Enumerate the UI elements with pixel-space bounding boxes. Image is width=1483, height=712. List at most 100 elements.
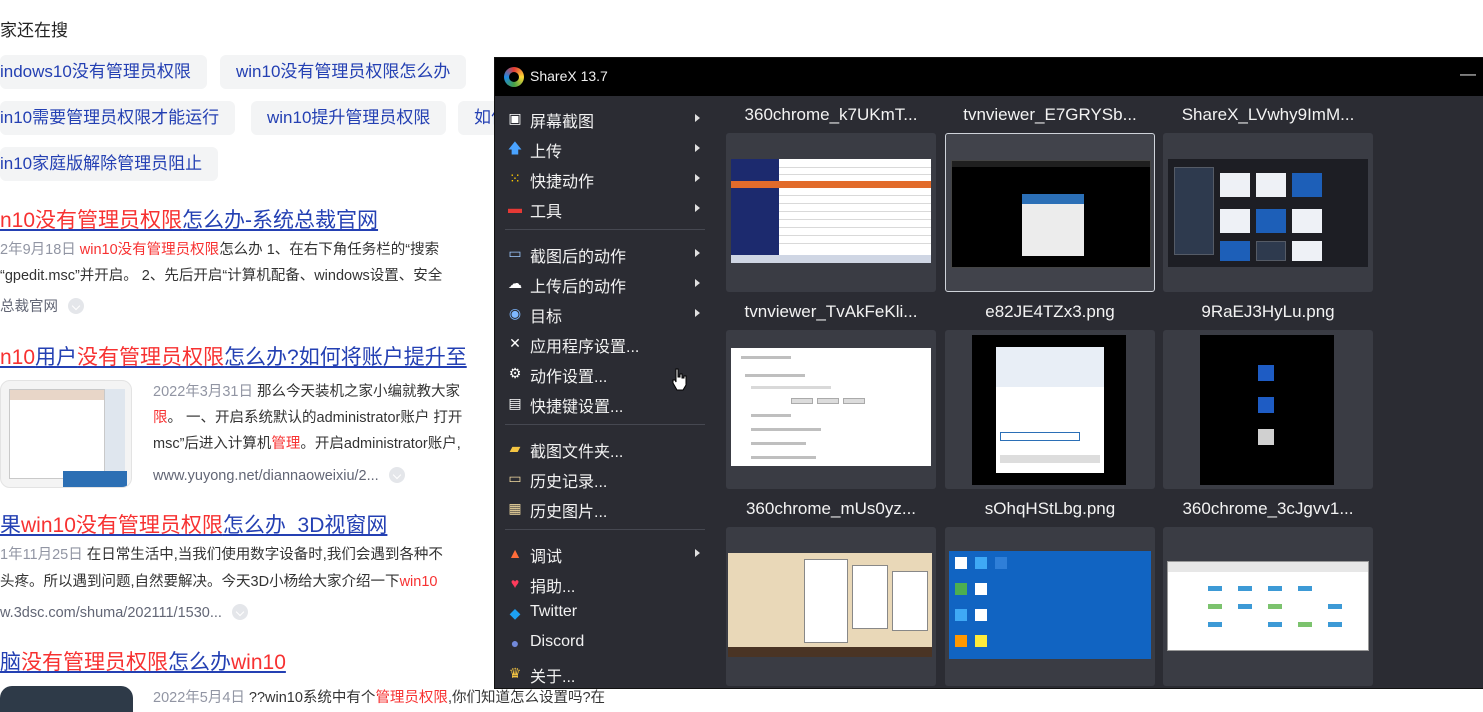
thumbnail-image[interactable] bbox=[945, 133, 1155, 292]
result-source[interactable]: w.3dsc.com/shuma/202111/1530... bbox=[0, 603, 248, 623]
menu-item-after-upload[interactable]: ☁ 上传后的动作 bbox=[495, 268, 713, 298]
history-icon: ▭ bbox=[508, 470, 522, 486]
thumbnail-image[interactable] bbox=[945, 330, 1155, 489]
thumbnail-tile[interactable]: tvnviewer_E7GRYSb... bbox=[945, 96, 1155, 292]
menu-separator bbox=[505, 529, 705, 530]
thumbnail-image[interactable] bbox=[1163, 133, 1373, 292]
submenu-arrow-icon bbox=[695, 549, 700, 557]
thumbnail-filename: tvnviewer_TvAkFeKli... bbox=[744, 302, 918, 321]
result-source[interactable]: 总裁官网 bbox=[0, 297, 84, 317]
thumbnail-tile[interactable]: 9RaEJ3HyLu.png bbox=[1163, 293, 1373, 489]
result-snippet: msc”后进入计算机管理。开启administrator账户, bbox=[153, 436, 461, 452]
related-search-chip[interactable]: in10家庭版解除管理员阻止 bbox=[0, 147, 219, 181]
submenu-arrow-icon bbox=[695, 279, 700, 287]
result-snippet: “gpedit.msc”并开启。 2、先后开启“计算机配备、windows设置、… bbox=[0, 268, 443, 284]
result-title[interactable]: 果win10没有管理员权限怎么办_3D视窗网 bbox=[0, 512, 387, 540]
related-search-chip[interactable]: indows10没有管理员权限 bbox=[0, 55, 207, 89]
menu-item-app-settings[interactable]: ✕ 应用程序设置... bbox=[495, 328, 713, 358]
thumbnail-filename: 360chrome_3cJgvv1... bbox=[1182, 499, 1354, 518]
app-settings-icon: ✕ bbox=[509, 335, 521, 351]
submenu-arrow-icon bbox=[695, 114, 700, 122]
result-thumbnail[interactable] bbox=[0, 686, 133, 712]
result-snippet: 限。 一、开启系统默认的administrator账户 打开 bbox=[153, 410, 463, 426]
thumbnail-tile[interactable]: 360chrome_3cJgvv1... bbox=[1163, 490, 1373, 686]
menu-item-discord[interactable]: ● Discord bbox=[495, 628, 713, 658]
sharex-logo-icon bbox=[504, 67, 524, 87]
thumbnail-filename: tvnviewer_E7GRYSb... bbox=[963, 105, 1137, 124]
debug-icon: ▲ bbox=[508, 545, 522, 561]
chevron-down-icon[interactable] bbox=[231, 604, 248, 620]
twitter-icon: ◆ bbox=[509, 605, 521, 621]
thumbnail-tile[interactable]: e82JE4TZx3.png bbox=[945, 293, 1155, 489]
thumbnail-image[interactable] bbox=[726, 133, 936, 292]
thumbnail-image[interactable] bbox=[726, 527, 936, 686]
screenshots-folder-icon: ▰ bbox=[509, 440, 521, 456]
related-search-chip[interactable]: win10没有管理员权限怎么办 bbox=[220, 55, 467, 89]
menu-item-twitter[interactable]: ◆ Twitter bbox=[495, 598, 713, 628]
thumbnail-filename: 9RaEJ3HyLu.png bbox=[1201, 302, 1335, 321]
thumbnail-image[interactable] bbox=[1163, 330, 1373, 489]
thumbnail-tile[interactable]: ShareX_LVwhy9ImM... bbox=[1163, 96, 1373, 292]
menu-item-upload[interactable]: 🡅 上传 bbox=[495, 133, 713, 163]
result-snippet: 2022年5月4日 ??win10系统中有个管理员权限,你们知道怎么设置吗?在 bbox=[153, 690, 606, 706]
result-snippet: 2022年3月31日 那么今天装机之家小编就教大家 bbox=[153, 384, 460, 400]
after-upload-icon: ☁ bbox=[508, 275, 522, 291]
menu-item-capture[interactable]: ▣ 屏幕截图 bbox=[495, 103, 713, 133]
menu-separator bbox=[505, 229, 705, 230]
result-title[interactable]: n10用户没有管理员权限怎么办?如何将账户提升至 bbox=[0, 344, 467, 372]
menu-item-hotkey-settings[interactable]: ▤ 快捷键设置... bbox=[495, 388, 713, 418]
quick-actions-icon: ⁙ bbox=[509, 170, 521, 186]
related-search-chip[interactable]: in10需要管理员权限才能运行 bbox=[0, 101, 236, 135]
submenu-arrow-icon bbox=[695, 309, 700, 317]
thumbnail-image[interactable] bbox=[726, 330, 936, 489]
menu-item-destinations[interactable]: ◉ 目标 bbox=[495, 298, 713, 328]
upload-icon: 🡅 bbox=[507, 140, 523, 156]
thumbnail-image[interactable] bbox=[1163, 527, 1373, 686]
screenshot-icon: ▣ bbox=[508, 110, 522, 126]
menu-item-after-capture[interactable]: ▭ 截图后的动作 bbox=[495, 238, 713, 268]
title-bar[interactable]: ShareX 13.7 — bbox=[495, 58, 1483, 96]
result-title[interactable]: 脑没有管理员权限怎么办win10 bbox=[0, 649, 286, 677]
result-source[interactable]: www.yuyong.net/diannaoweixiu/2... bbox=[153, 466, 405, 486]
chevron-down-icon[interactable] bbox=[388, 467, 405, 483]
thumbnail-filename: ShareX_LVwhy9ImM... bbox=[1181, 105, 1355, 124]
thumbnail-tile[interactable]: 360chrome_mUs0yz... bbox=[726, 490, 936, 686]
image-history-icon: ▦ bbox=[508, 500, 522, 516]
thumbnail-filename: 360chrome_k7UKmT... bbox=[744, 105, 918, 124]
menu-item-donate[interactable]: ♥ 捐助... bbox=[495, 568, 713, 598]
result-snippet: 头疼。所以遇到问题,自然要解决。今天3D小杨给大家介绍一下win10 bbox=[0, 574, 438, 590]
donate-heart-icon: ♥ bbox=[510, 575, 520, 591]
about-crown-icon: ♛ bbox=[508, 665, 522, 681]
minimize-button[interactable]: — bbox=[1460, 66, 1476, 84]
submenu-arrow-icon bbox=[695, 249, 700, 257]
tools-icon: ▬ bbox=[508, 200, 522, 216]
sharex-window: ShareX 13.7 — ▣ 屏幕截图 🡅 上传 ⁙ 快捷动作 ▬ 工具 ▭ bbox=[494, 57, 1483, 689]
hotkey-settings-icon: ▤ bbox=[508, 395, 522, 411]
main-menu: ▣ 屏幕截图 🡅 上传 ⁙ 快捷动作 ▬ 工具 ▭ 截图后的动作 ☁ 上传后的动… bbox=[495, 96, 715, 690]
thumbnail-tile[interactable]: tvnviewer_TvAkFeKli... bbox=[726, 293, 936, 489]
menu-item-screenshots-folder[interactable]: ▰ 截图文件夹... bbox=[495, 433, 713, 463]
thumbnail-image[interactable] bbox=[945, 527, 1155, 686]
menu-item-quick-actions[interactable]: ⁙ 快捷动作 bbox=[495, 163, 713, 193]
result-snippet: 2年9月18日 win10没有管理员权限怎么办 1、在右下角任务栏的“搜索 bbox=[0, 242, 440, 258]
others-searching-heading: 家还在搜 bbox=[0, 21, 68, 40]
menu-item-tools[interactable]: ▬ 工具 bbox=[495, 193, 713, 223]
menu-item-debug[interactable]: ▲ 调试 bbox=[495, 538, 713, 568]
destinations-icon: ◉ bbox=[508, 305, 522, 321]
thumbnail-tile[interactable]: 360chrome_k7UKmT... bbox=[726, 96, 936, 292]
related-search-chip[interactable]: win10提升管理员权限 bbox=[251, 101, 447, 135]
submenu-arrow-icon bbox=[695, 144, 700, 152]
result-snippet: 1年11月25日 在日常生活中,当我们使用数字设备时,我们会遇到各种不 bbox=[0, 547, 443, 563]
menu-item-image-history[interactable]: ▦ 历史图片... bbox=[495, 493, 713, 523]
thumbnail-filename: sOhqHStLbg.png bbox=[984, 499, 1116, 518]
submenu-arrow-icon bbox=[695, 204, 700, 212]
result-title[interactable]: n10没有管理员权限怎么办-系统总裁官网 bbox=[0, 207, 378, 235]
menu-item-history[interactable]: ▭ 历史记录... bbox=[495, 463, 713, 493]
menu-item-about[interactable]: ♛ 关于... bbox=[495, 658, 713, 688]
task-settings-icon: ⚙ bbox=[508, 365, 522, 381]
result-thumbnail[interactable] bbox=[0, 380, 132, 488]
chevron-down-icon[interactable] bbox=[68, 298, 84, 314]
thumbnail-tile[interactable]: sOhqHStLbg.png bbox=[945, 490, 1155, 686]
after-capture-icon: ▭ bbox=[508, 245, 522, 261]
thumbnail-filename: 360chrome_mUs0yz... bbox=[745, 499, 917, 518]
